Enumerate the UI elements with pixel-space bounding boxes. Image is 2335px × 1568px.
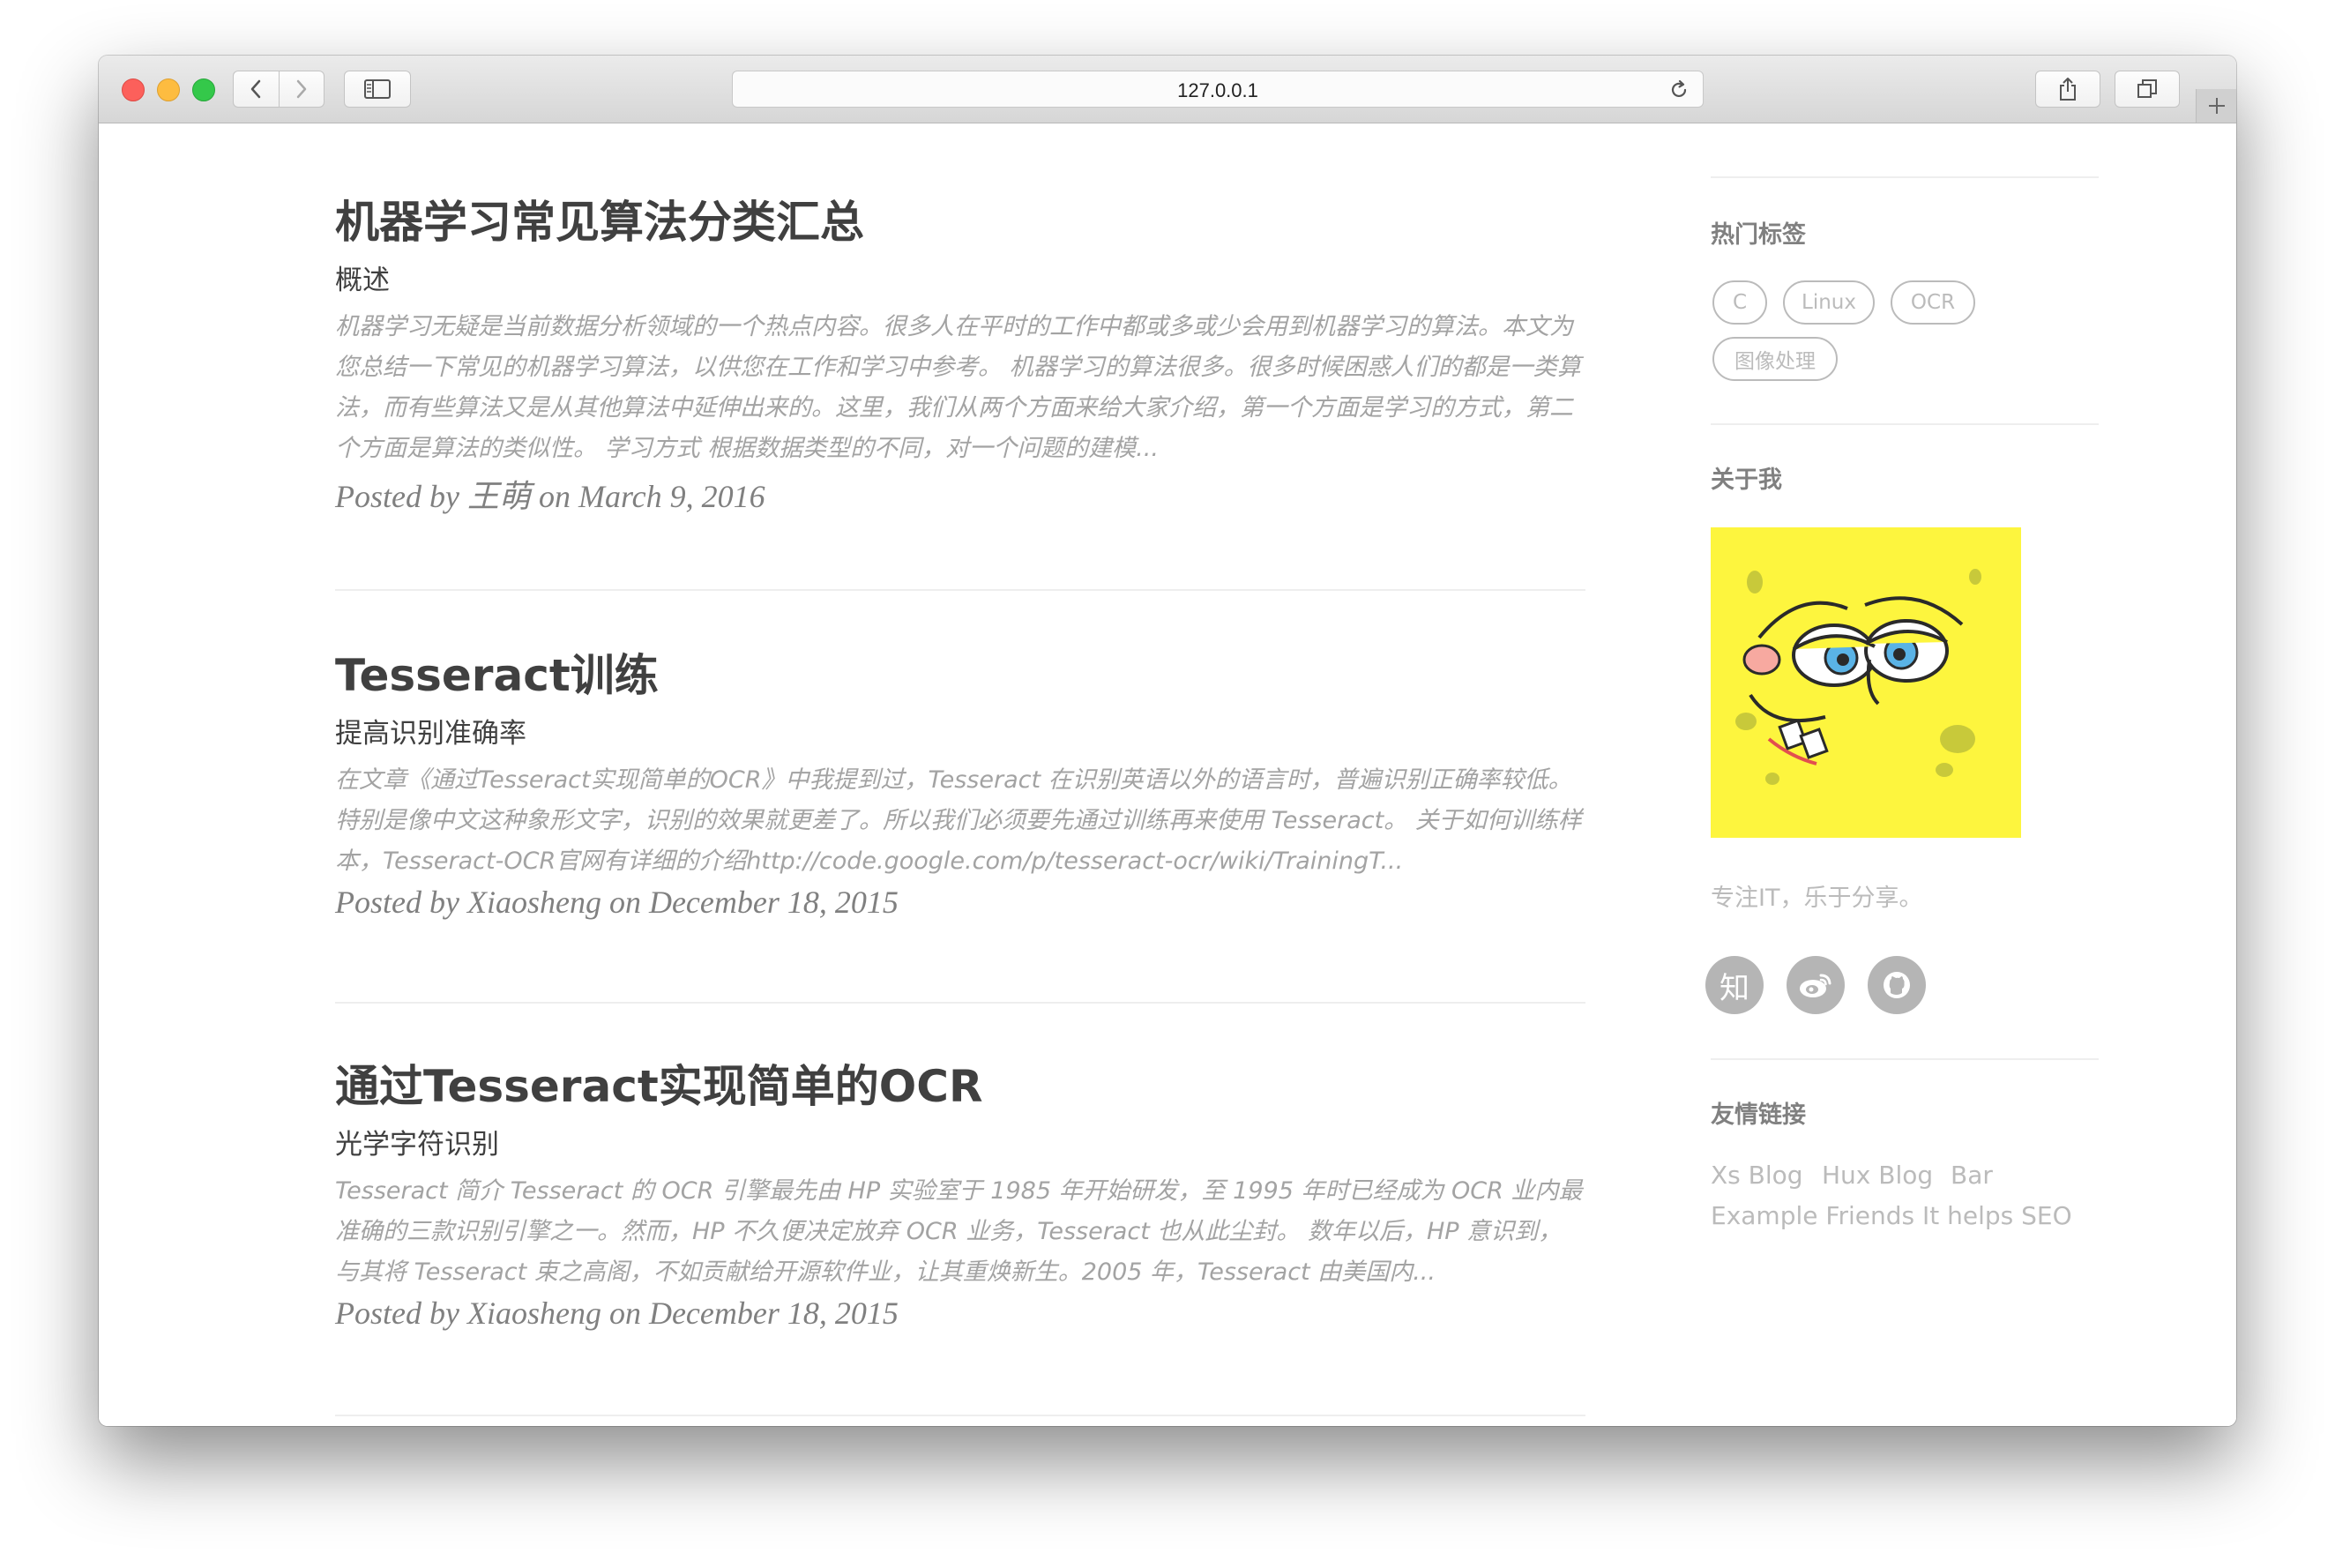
post-preview[interactable]: 通过Tesseract实现简单的OCR 光学字符识别 Tesseract 简介 … — [335, 1060, 1585, 1332]
forward-button[interactable] — [278, 71, 325, 107]
weibo-icon — [1800, 974, 1831, 997]
post-divider — [335, 589, 1585, 591]
post-preview[interactable]: Tesseract训练 提高识别准确率 在文章《通过Tesseract实现简单的… — [335, 649, 1585, 921]
post-title[interactable]: 通过Tesseract实现简单的OCR — [335, 1060, 1585, 1113]
reload-icon[interactable] — [1667, 78, 1690, 101]
post-subtitle[interactable]: 概述 — [335, 263, 1585, 298]
post-meta: Posted by Xiaosheng on December 18, 2015 — [335, 1295, 899, 1332]
post-divider — [335, 1002, 1585, 1004]
show-tabs-button[interactable] — [2115, 71, 2180, 108]
friends-heading: 友情链接 — [1711, 1101, 1806, 1129]
spongebob-avatar-image — [1711, 527, 2021, 838]
post-title[interactable]: 机器学习常见算法分类汇总 — [335, 196, 1585, 249]
minimize-window-button[interactable] — [157, 78, 180, 101]
zhihu-icon: 知 — [1720, 970, 1749, 1006]
post-subtitle[interactable]: 光学字符识别 — [335, 1127, 1585, 1162]
post-divider — [335, 1415, 1585, 1416]
tabs-icon — [2137, 79, 2157, 98]
post-meta: Posted by Xiaosheng on December 18, 2015 — [335, 885, 899, 921]
post-subtitle[interactable]: 提高识别准确率 — [335, 716, 1585, 751]
browser-window: 127.0.0.1 机器学习常见算法分类汇总 概述 机器学习无疑是当前数据分析领… — [99, 56, 2236, 1426]
about-me-heading: 关于我 — [1711, 467, 1782, 494]
url-text: 127.0.0.1 — [1177, 79, 1258, 101]
tag-ocr[interactable]: OCR — [1891, 280, 1975, 325]
plus-icon — [2209, 98, 2225, 114]
share-button[interactable] — [2035, 71, 2100, 108]
zhihu-link[interactable]: 知 — [1705, 956, 1764, 1014]
friend-link[interactable]: Hux Blog — [1822, 1161, 1933, 1190]
tag-c[interactable]: C — [1712, 280, 1767, 325]
github-link[interactable] — [1868, 956, 1926, 1014]
tag-image-processing[interactable]: 图像处理 — [1712, 337, 1838, 381]
avatar — [1711, 527, 2021, 838]
post-excerpt[interactable]: Tesseract 简介 Tesseract 的 OCR 引擎最先由 HP 实验… — [335, 1171, 1585, 1293]
post-excerpt[interactable]: 机器学习无疑是当前数据分析领域的一个热点内容。很多人在平时的工作中都或多或少会用… — [335, 307, 1585, 469]
forward-chevron-icon — [296, 79, 306, 99]
sidebar-divider — [1711, 176, 2099, 178]
friend-link[interactable]: Example Friends — [1711, 1201, 1914, 1230]
sidebar-divider — [1711, 1058, 2099, 1060]
tag-linux[interactable]: Linux — [1783, 280, 1875, 325]
post-excerpt[interactable]: 在文章《通过Tesseract实现简单的OCR》中我提到过，Tesseract … — [335, 760, 1585, 882]
back-button[interactable] — [234, 71, 279, 107]
page-content: 机器学习常见算法分类汇总 概述 机器学习无疑是当前数据分析领域的一个热点内容。很… — [99, 123, 2236, 1426]
friend-link[interactable]: Xs Blog — [1711, 1161, 1803, 1190]
maximize-window-button[interactable] — [192, 78, 215, 101]
share-icon — [2060, 78, 2076, 101]
hot-tags-heading: 热门标签 — [1711, 221, 1806, 249]
browser-titlebar: 127.0.0.1 — [99, 56, 2236, 123]
close-window-button[interactable] — [122, 78, 145, 101]
sidebar-toggle-button[interactable] — [344, 71, 411, 108]
post-title[interactable]: Tesseract训练 — [335, 649, 1585, 702]
weibo-link[interactable] — [1787, 956, 1845, 1014]
address-bar[interactable]: 127.0.0.1 — [732, 71, 1704, 108]
friend-link[interactable]: It helps SEO — [1922, 1201, 2072, 1230]
github-icon — [1884, 972, 1910, 998]
friend-link[interactable]: Bar — [1951, 1161, 1993, 1190]
new-tab-button[interactable] — [2196, 89, 2236, 123]
post-preview[interactable]: 机器学习常见算法分类汇总 概述 机器学习无疑是当前数据分析领域的一个热点内容。很… — [335, 196, 1585, 517]
sidebar-icon — [364, 79, 391, 99]
back-chevron-icon — [251, 79, 261, 99]
nav-buttons — [233, 71, 325, 108]
about-text: 专注IT，乐于分享。 — [1711, 885, 1923, 912]
post-meta: Posted by 王萌 on March 9, 2016 — [335, 479, 765, 515]
sidebar-divider — [1711, 423, 2099, 425]
